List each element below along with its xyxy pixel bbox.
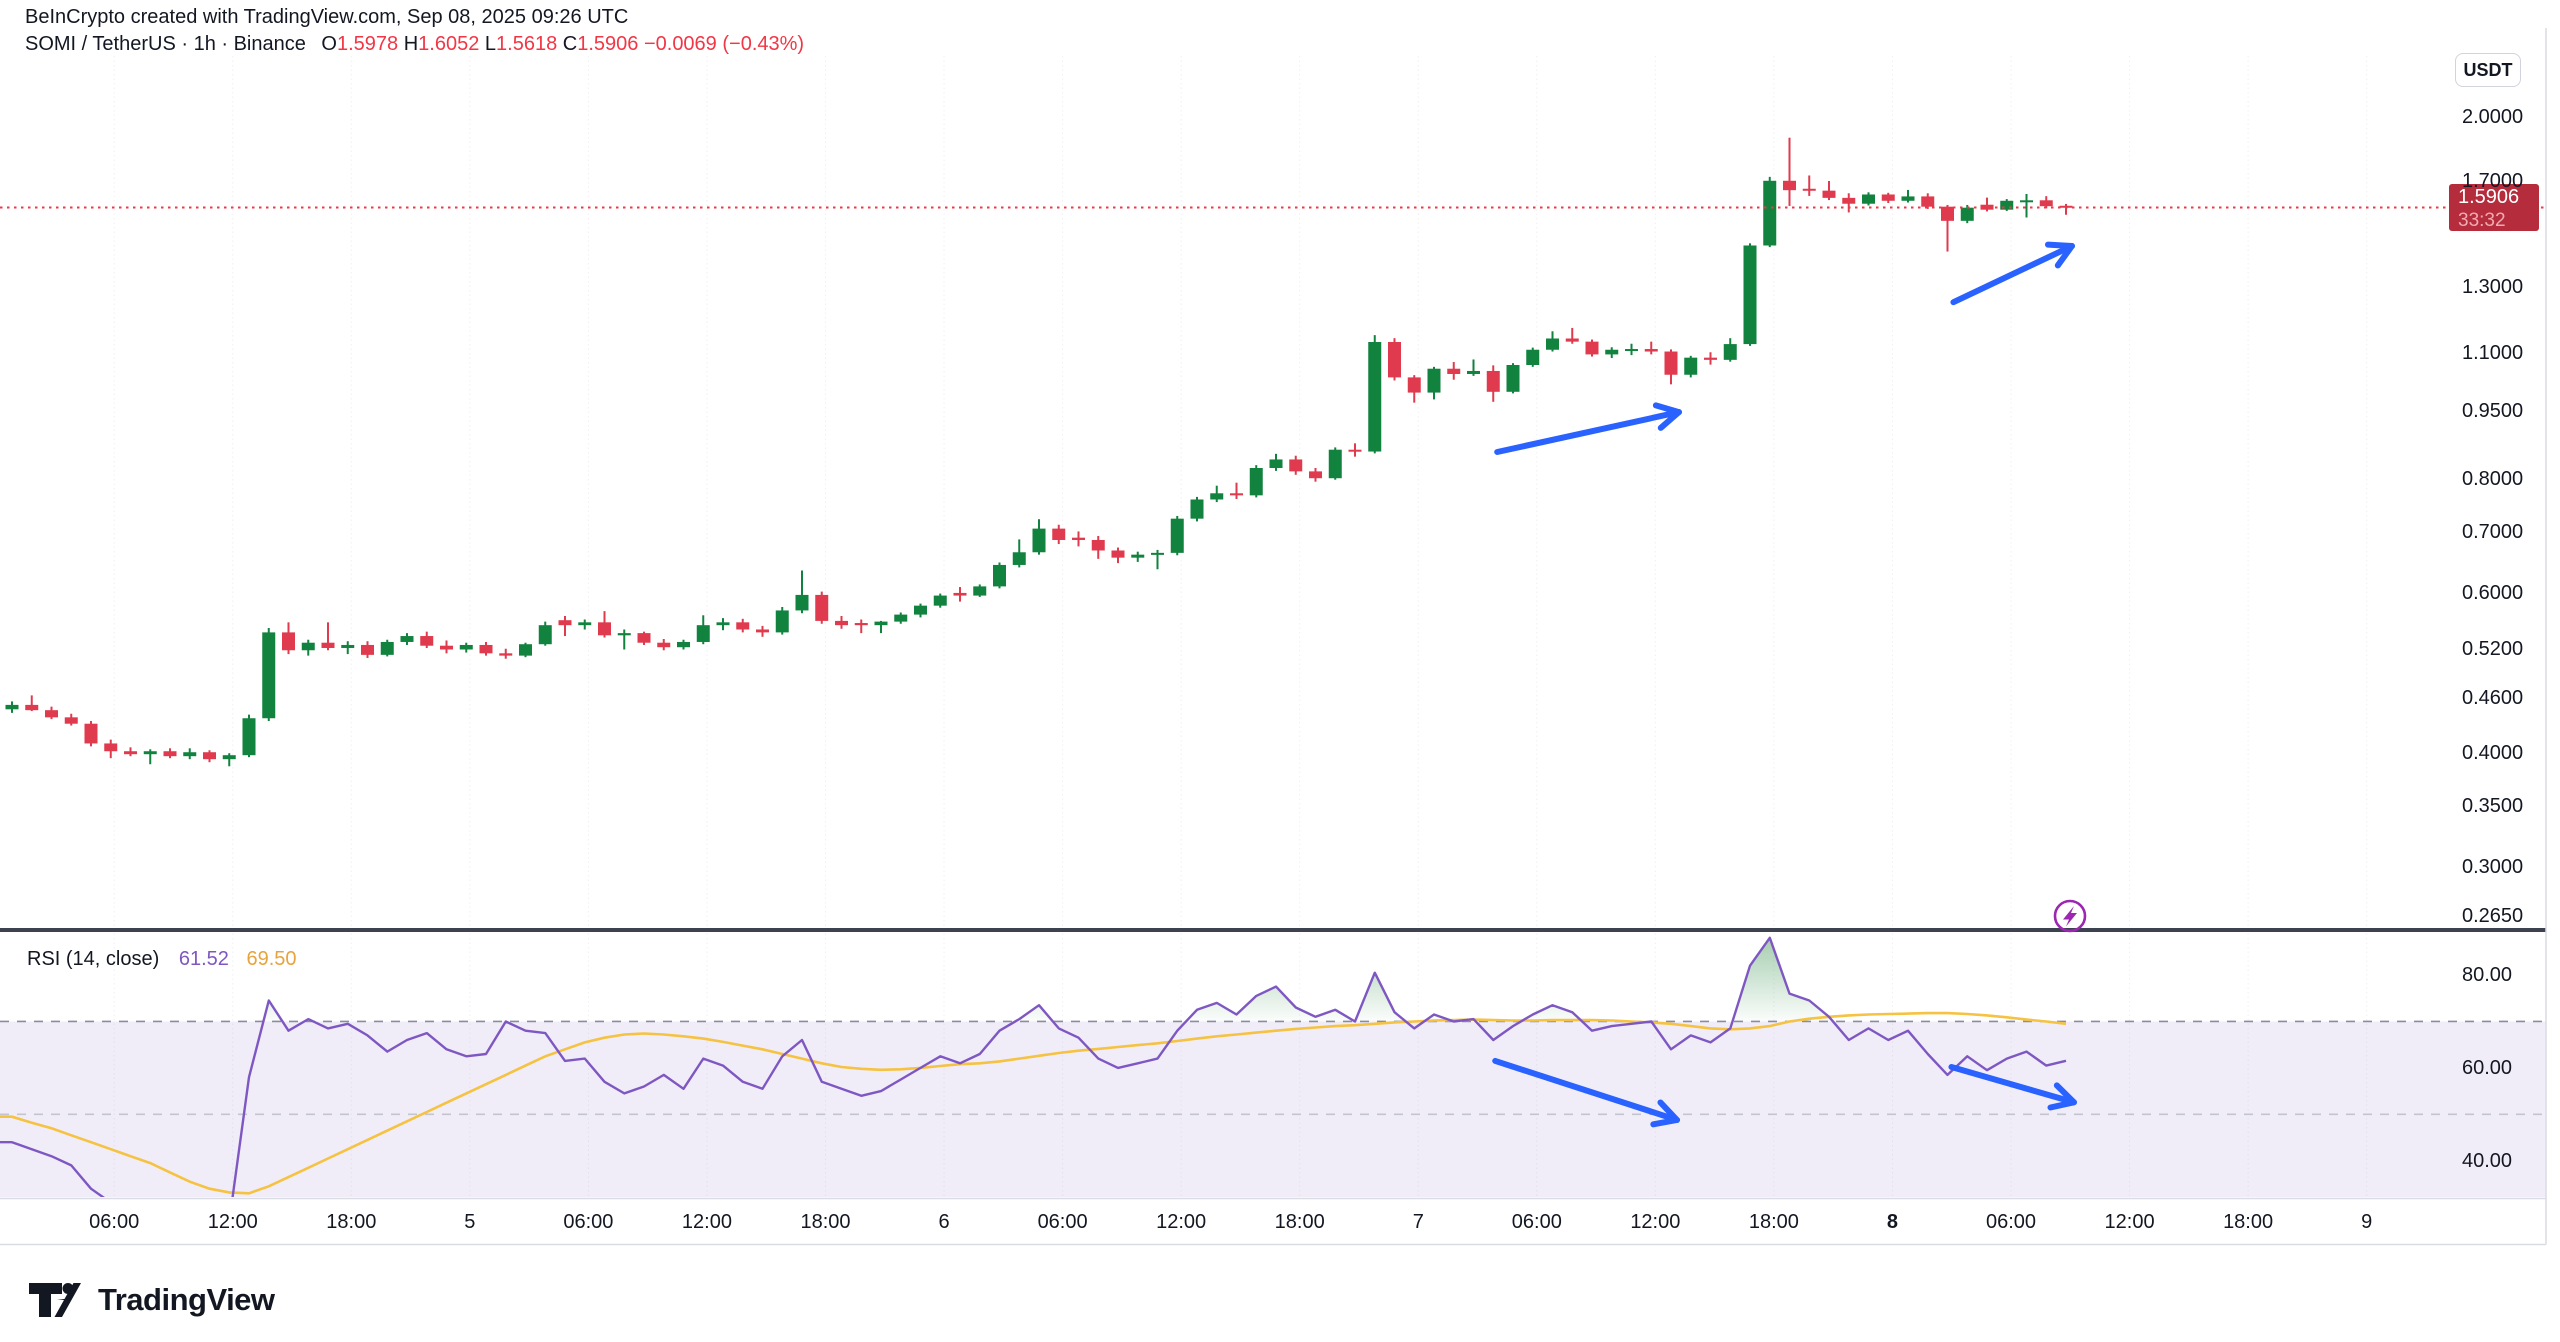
time-axis-label: 06:00 — [69, 1210, 159, 1234]
price-axis-label: 1.7000 — [2462, 169, 2544, 193]
rsi-title: RSI (14, close) — [27, 948, 159, 970]
time-axis-label: 18:00 — [2203, 1210, 2293, 1234]
price-axis-label: 0.8000 — [2462, 467, 2544, 491]
time-axis-label: 06:00 — [1018, 1210, 1108, 1234]
symbol-legend[interactable]: SOMI / TetherUS · 1h · Binance O1.5978 H… — [25, 33, 804, 56]
time-axis-label: 12:00 — [1610, 1210, 1700, 1234]
price-axis-label: 0.7000 — [2462, 520, 2544, 544]
time-axis-label: 18:00 — [1729, 1210, 1819, 1234]
rsi-pane — [0, 938, 2546, 1221]
time-axis-label: 8 — [1847, 1210, 1937, 1234]
attribution-text: BeInCrypto created with TradingView.com,… — [25, 6, 628, 29]
price-axis-label: 0.4600 — [2462, 686, 2544, 710]
time-axis-label: 06:00 — [1492, 1210, 1582, 1234]
time-axis-label: 18:00 — [781, 1210, 871, 1234]
price-axis-label: 0.6000 — [2462, 581, 2544, 605]
time-axis-label: 06:00 — [1966, 1210, 2056, 1234]
chart-canvas[interactable] — [0, 0, 2560, 1342]
tradingview-chart-screenshot: BeInCrypto created with TradingView.com,… — [0, 0, 2560, 1342]
time-axis-label: 9 — [2322, 1210, 2412, 1234]
rsi-axis-label: 80.00 — [2462, 963, 2544, 987]
time-axis-label: 12:00 — [188, 1210, 278, 1234]
symbol-title: SOMI / TetherUS · 1h · Binance — [25, 33, 306, 55]
ohlc-key: L — [485, 33, 496, 55]
ohlc-value: 1.5978 — [337, 33, 404, 55]
boost-lightning-icon[interactable] — [2055, 901, 2085, 931]
time-axis-label: 7 — [1373, 1210, 1463, 1234]
change-value: −0.0069 (−0.43%) — [644, 33, 804, 55]
ohlc-value: 1.5906 — [577, 33, 644, 55]
rsi-value: 61.52 — [179, 948, 229, 970]
bar-countdown: 33:32 — [2458, 209, 2539, 232]
main-trend-arrow — [1497, 412, 1679, 452]
price-axis-label: 0.2650 — [2462, 904, 2544, 928]
price-axis-label: 1.1000 — [2462, 341, 2544, 365]
ohlc-key: H — [404, 33, 418, 55]
price-axis-label: 0.3000 — [2462, 855, 2544, 879]
time-axis-label: 12:00 — [1136, 1210, 1226, 1234]
price-axis-label: 0.3500 — [2462, 794, 2544, 818]
time-axis-label: 12:00 — [662, 1210, 752, 1234]
price-axis-label: 0.9500 — [2462, 399, 2544, 423]
ohlc-key: C — [563, 33, 577, 55]
price-axis-label: 1.3000 — [2462, 275, 2544, 299]
time-axis-label: 18:00 — [306, 1210, 396, 1234]
main-trend-arrow — [1953, 246, 2072, 302]
price-axis-label: 0.5200 — [2462, 637, 2544, 661]
tradingview-logo[interactable]: TradingView — [28, 1278, 275, 1322]
rsi-axis-label: 40.00 — [2462, 1149, 2544, 1173]
rsi-ma-value: 69.50 — [246, 948, 296, 970]
ohlc-values: O1.5978 H1.6052 L1.5618 C1.5906 — [321, 33, 644, 55]
price-axis-label: 0.4000 — [2462, 741, 2544, 765]
time-axis-label: 06:00 — [543, 1210, 633, 1234]
pane-divider[interactable] — [0, 928, 2546, 932]
time-axis-label: 12:00 — [2085, 1210, 2175, 1234]
currency-unit-button[interactable]: USDT — [2455, 53, 2521, 87]
time-axis-label: 5 — [425, 1210, 515, 1234]
ohlc-key: O — [321, 33, 337, 55]
tradingview-logo-text: TradingView — [98, 1282, 275, 1318]
ohlc-value: 1.6052 — [418, 33, 485, 55]
time-axis-label: 18:00 — [1255, 1210, 1345, 1234]
tradingview-logo-icon — [28, 1278, 86, 1322]
candlestick-series — [6, 138, 2073, 767]
rsi-legend[interactable]: RSI (14, close) 61.52 69.50 — [27, 948, 297, 971]
ohlc-value: 1.5618 — [496, 33, 563, 55]
price-axis-label: 2.0000 — [2462, 105, 2544, 129]
rsi-axis-label: 60.00 — [2462, 1056, 2544, 1080]
time-axis-label: 6 — [899, 1210, 989, 1234]
